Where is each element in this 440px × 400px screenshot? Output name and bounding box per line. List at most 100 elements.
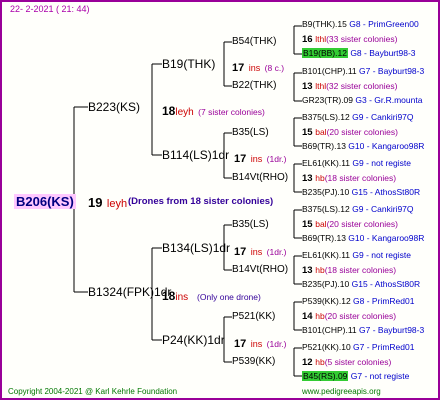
root-queen[interactable]: B206(KS): [14, 194, 76, 209]
ancestor-sister-summary: 13 hb(18 sister colonies): [302, 266, 396, 276]
ancestor-queen[interactable]: B375(LS).12 G9 - Cankiri97Q: [302, 113, 414, 123]
ancestor-queen[interactable]: GR23(TR).09 G3 - Gr.R.mounta: [302, 96, 422, 106]
ancestor-queen-line: G8 - PrimRed01: [350, 296, 415, 306]
ancestor-queen[interactable]: B69(TR).13 G10 - Kangaroo98R: [302, 234, 424, 244]
root-num: 19: [88, 195, 103, 210]
queen-b114[interactable]: B114(LS)1dr: [162, 149, 229, 161]
ancestor-sister-summary: 12 hb(5 sister colonies): [302, 358, 391, 368]
website-link[interactable]: www.pedigreeapis.org: [302, 388, 381, 396]
ancestor-queen-id: B19(BB).12: [302, 48, 348, 58]
ancestor-sisters: (33 sister colonies): [326, 34, 398, 44]
ancestor-queen-line: G7 - Bayburt98-3: [356, 325, 425, 335]
ancestor-num: 15: [302, 127, 316, 138]
queen-b19[interactable]: B19(THK): [162, 58, 215, 70]
ancestor-sisters: (5 sister colonies): [324, 357, 392, 367]
ancestor-queen-id: EL61(KK).11: [302, 250, 351, 260]
ancestor-queen-id: B69(TR).13: [302, 141, 346, 151]
queen-b35-a[interactable]: B35(LS): [232, 128, 269, 138]
ancestor-sister-summary: 15 bal(20 sister colonies): [302, 128, 398, 138]
ancestor-queen-id: P521(KK).10: [302, 342, 351, 352]
ancestor-queen[interactable]: EL61(KK).11 G9 - not registe: [302, 251, 411, 261]
ancestor-queen-line: G8 - PrimGreen00: [346, 19, 419, 29]
queen-b14vt-b[interactable]: B14Vt(RHO): [232, 265, 288, 275]
ancestor-ins: bal: [315, 219, 327, 229]
root-drones-note: (Drones from 18 sister colonies): [128, 196, 274, 207]
ancestor-sisters: (18 sister colonies): [324, 265, 397, 275]
ancestor-queen-line: G7 - Bayburt98-3: [356, 66, 425, 76]
ancestor-queen-line: G8 - Bayburt98-3: [347, 48, 416, 58]
b134-num: 17: [234, 246, 247, 258]
ancestor-sisters: (20 sister colonies): [324, 311, 397, 321]
queen-p24-info: 17 ins (1dr.): [234, 335, 287, 351]
ancestor-queen[interactable]: B101(CHP).11 G7 - Bayburt98-3: [302, 326, 424, 336]
ancestor-queen-id: P539(KK).12: [302, 296, 351, 306]
ancestor-queen[interactable]: P521(KK).10 G7 - PrimRed01: [302, 343, 414, 353]
ancestor-sisters: (20 sister colonies): [326, 127, 398, 137]
ancestor-sister-summary: 16 lthl(33 sister colonies): [302, 35, 397, 45]
ancestor-queen[interactable]: B19(BB).12 G8 - Bayburt98-3: [302, 48, 416, 59]
ancestor-queen-line: G7 - PrimRed01: [350, 342, 415, 352]
ancestor-ins: hb: [315, 311, 325, 321]
ancestor-queen[interactable]: B235(PJ).10 G15 - AthosSt80R: [302, 280, 420, 290]
ancestor-queen[interactable]: B69(TR).13 G10 - Kangaroo98R: [302, 142, 424, 152]
ancestor-queen-id: GR23(TR).09: [302, 95, 354, 105]
queen-b54[interactable]: B54(THK): [232, 37, 276, 47]
ancestor-num: 12: [302, 357, 316, 368]
ancestor-queen[interactable]: B375(LS).12 G9 - Cankiri97Q: [302, 205, 414, 215]
queen-b134[interactable]: B134(LS)1dr: [162, 242, 230, 254]
ancestor-ins: lthl: [315, 34, 327, 44]
b223-ins: leyh: [175, 107, 194, 118]
ancestor-queen-id: B235(PJ).10: [302, 187, 350, 197]
b223-num: 18: [162, 104, 176, 118]
ancestor-queen-id: B375(LS).12: [302, 204, 350, 214]
b134-ins: ins: [250, 247, 263, 257]
ancestor-queen[interactable]: B9(THK).15 G8 - PrimGreen00: [302, 20, 419, 30]
b19-ins: ins: [248, 63, 261, 73]
queen-b35-b[interactable]: B35(LS): [232, 220, 269, 230]
ancestor-queen[interactable]: P539(KK).12 G8 - PrimRed01: [302, 297, 414, 307]
queen-b14vt-a[interactable]: B14Vt(RHO): [232, 173, 288, 183]
ancestor-queen-line: G7 - not registe: [348, 371, 410, 381]
ancestor-num: 13: [302, 81, 316, 92]
b19-sisters: (8 c.): [264, 63, 285, 73]
p24-num: 17: [234, 338, 247, 350]
queen-b223[interactable]: B223(KS): [88, 101, 140, 113]
ancestor-queen-line: G3 - Gr.R.mounta: [353, 95, 423, 105]
queen-p24[interactable]: P24(KK)1dr: [162, 334, 225, 346]
ancestor-queen-id: EL61(KK).11: [302, 158, 351, 168]
ancestor-sisters: (18 sister colonies): [324, 173, 397, 183]
ancestor-sister-summary: 13 hb(18 sister colonies): [302, 174, 396, 184]
b1324-num: 18: [162, 289, 176, 303]
ancestor-sister-summary: 15 bal(20 sister colonies): [302, 220, 398, 230]
ancestor-ins: bal: [315, 127, 327, 137]
b19-num: 17: [232, 62, 245, 74]
ancestor-ins: hb: [315, 265, 325, 275]
pedigree-frame: 22- 2-2021 ( 21: 44) B206(KS) 19 leyh (D…: [0, 0, 440, 400]
ancestor-queen-line: G10 - Kangaroo98R: [345, 233, 425, 243]
queen-b22[interactable]: B22(THK): [232, 81, 276, 91]
b114-num: 17: [234, 153, 247, 165]
ancestor-ins: hb: [315, 357, 325, 367]
queen-b1324[interactable]: B1324(FPK)1dr: [88, 286, 171, 298]
date-stamp: 22- 2-2021 ( 21: 44): [10, 4, 90, 14]
b134-sisters: (1dr.): [266, 247, 287, 257]
ancestor-queen-id: B375(LS).12: [302, 112, 350, 122]
queen-p539[interactable]: P539(KK): [232, 357, 275, 367]
ancestor-ins: lthl: [315, 81, 327, 91]
queen-b134-info: 17 ins (1dr.): [234, 243, 287, 259]
ancestor-queen-line: G15 - AthosSt80R: [349, 187, 421, 197]
queen-b19-info: 17 ins (8 c.): [232, 59, 284, 75]
b1324-ins: ins: [175, 292, 189, 303]
ancestor-queen-id: B45(RS).09: [302, 371, 349, 381]
ancestor-sisters: (20 sister colonies): [326, 219, 398, 229]
ancestor-sisters: (32 sister colonies): [326, 81, 398, 91]
ancestor-queen[interactable]: B235(PJ).10 G15 - AthosSt80R: [302, 188, 420, 198]
ancestor-queen[interactable]: B101(CHP).11 G7 - Bayburt98-3: [302, 67, 424, 77]
ancestor-queen-id: B235(PJ).10: [302, 279, 350, 289]
p24-ins: ins: [250, 339, 263, 349]
queen-p521[interactable]: P521(KK): [232, 312, 275, 322]
root-inbreeding: 19 leyh: [88, 195, 127, 211]
ancestor-queen[interactable]: EL61(KK).11 G9 - not registe: [302, 159, 411, 169]
ancestor-num: 14: [302, 311, 316, 322]
ancestor-queen[interactable]: B45(RS).09 G7 - not registe: [302, 371, 410, 382]
